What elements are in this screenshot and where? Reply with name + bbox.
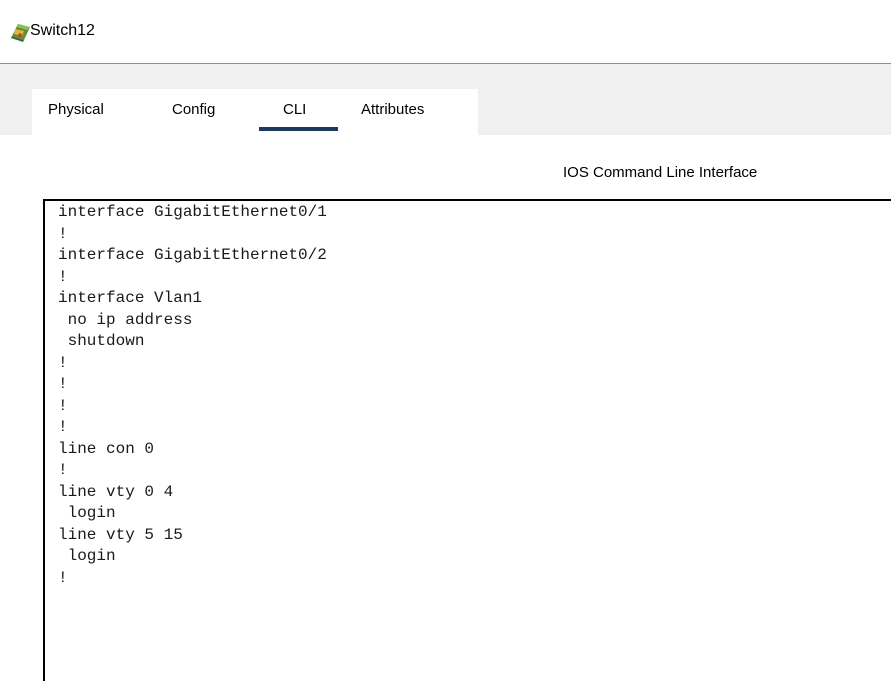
tab-attributes[interactable]: Attributes	[361, 101, 424, 118]
cli-heading: IOS Command Line Interface	[563, 164, 758, 181]
title-bar: Switch12	[0, 0, 891, 64]
terminal-line: !	[58, 418, 68, 436]
terminal-line: line vty 5 15	[58, 525, 183, 544]
terminal-line: shutdown	[58, 332, 145, 350]
tab-physical[interactable]: Physical	[48, 101, 104, 118]
tab-config[interactable]: Config	[172, 101, 215, 118]
switch-config-window: Switch12 Physical Config CLI Attributes …	[0, 0, 891, 681]
window-title: Switch12	[30, 22, 95, 39]
terminal-line: interface GigabitEthernet0/1	[58, 203, 327, 221]
terminal-line: line vty 0 4	[58, 482, 174, 501]
terminal-line: !	[58, 375, 68, 393]
terminal-line: line con 0	[58, 439, 155, 458]
cli-terminal[interactable]: interface GigabitEthernet0/1 ! interface…	[43, 199, 891, 681]
active-tab-indicator	[259, 127, 338, 131]
terminal-line: !	[58, 224, 68, 243]
terminal-line: interface Vlan1	[58, 289, 203, 307]
terminal-line: !	[58, 267, 68, 286]
tab-cli[interactable]: CLI	[283, 101, 306, 118]
terminal-output: interface GigabitEthernet0/1 ! interface…	[58, 202, 327, 589]
terminal-line: no ip address	[58, 310, 193, 329]
terminal-line: login	[58, 504, 116, 522]
terminal-line: login	[58, 547, 116, 565]
terminal-line: interface GigabitEthernet0/2	[58, 246, 327, 264]
terminal-line: !	[58, 461, 68, 479]
terminal-line: !	[58, 353, 68, 372]
terminal-line: !	[58, 396, 68, 415]
terminal-line: !	[58, 568, 68, 587]
